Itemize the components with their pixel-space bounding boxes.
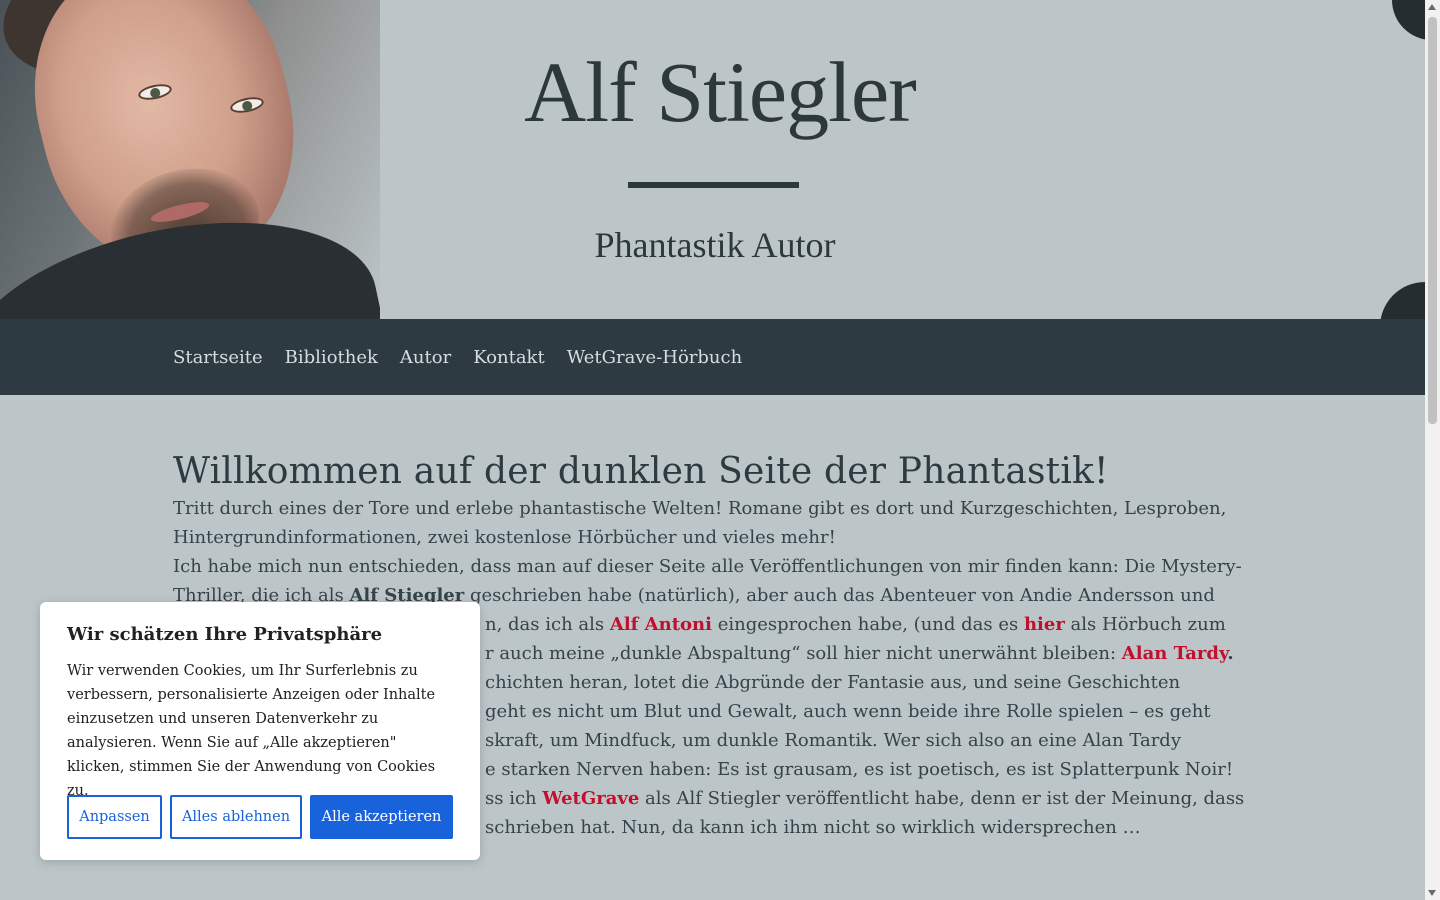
main-navigation: Startseite Bibliothek Autor Kontakt WetG… (0, 319, 1425, 395)
site-title[interactable]: Alf Stiegler (510, 42, 930, 142)
scrollbar-thumb[interactable] (1428, 17, 1437, 424)
nav-item-kontakt[interactable]: Kontakt (473, 347, 545, 368)
title-divider (628, 182, 799, 188)
accept-all-button[interactable]: Alle akzeptieren (310, 795, 453, 839)
reject-all-button[interactable]: Alles ablehnen (170, 795, 302, 839)
link-hier[interactable]: hier (1024, 614, 1065, 635)
cookie-title: Wir schätzen Ihre Privatsphäre (67, 624, 383, 645)
page-scrollbar[interactable] (1425, 0, 1440, 900)
intro-paragraph: Tritt durch eines der Tore und erlebe ph… (173, 498, 1227, 548)
scroll-up-icon[interactable] (1428, 4, 1436, 10)
cookie-consent-dialog: Wir schätzen Ihre Privatsphäre Wir verwe… (40, 602, 480, 860)
site-header: Alf Stiegler Phantastik Autor (0, 0, 1425, 319)
customize-button[interactable]: Anpassen (67, 795, 162, 839)
page-heading: Willkommen auf der dunklen Seite der Pha… (173, 451, 1109, 492)
decorative-shape (1392, 0, 1425, 40)
nav-item-wetgrave-hoerbuch[interactable]: WetGrave-Hörbuch (567, 347, 742, 368)
cookie-text: Wir verwenden Cookies, um Ihr Surferlebn… (67, 663, 436, 799)
link-alan-tardy[interactable]: Alan Tardy (1122, 643, 1228, 664)
link-wetgrave[interactable]: WetGrave (542, 788, 639, 809)
decorative-shape (1380, 282, 1425, 319)
scroll-down-icon[interactable] (1428, 890, 1436, 896)
site-subtitle: Phantastik Autor (594, 225, 836, 265)
nav-item-autor[interactable]: Autor (400, 347, 451, 368)
nav-item-startseite[interactable]: Startseite (173, 347, 263, 368)
nav-item-bibliothek[interactable]: Bibliothek (285, 347, 378, 368)
author-portrait (0, 0, 380, 319)
link-alf-antoni[interactable]: Alf Antoni (610, 614, 712, 635)
